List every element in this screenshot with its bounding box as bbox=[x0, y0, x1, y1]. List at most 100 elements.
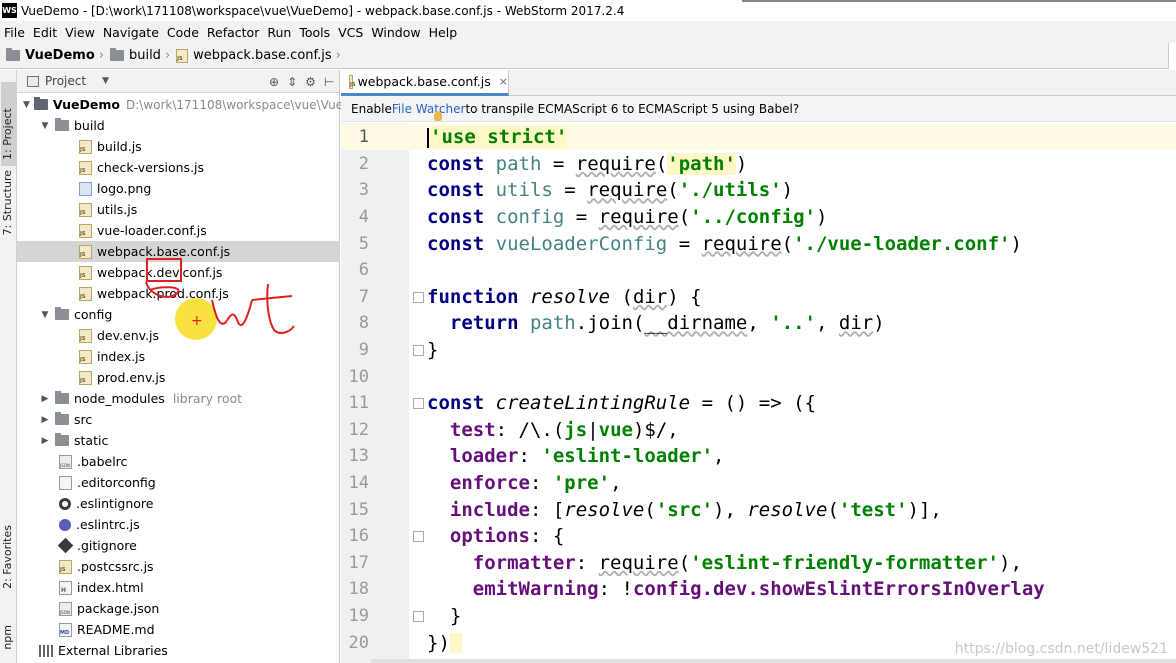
tree-item-webpack-base-conf-js[interactable]: webpack.base.conf.js bbox=[17, 241, 340, 262]
tree-item-gitignore[interactable]: .gitignore bbox=[17, 535, 340, 556]
menu-navigate[interactable]: Navigate bbox=[101, 25, 165, 40]
file-watcher-link[interactable]: File Watcher bbox=[392, 102, 466, 116]
chevron-down-icon[interactable]: ▼ bbox=[23, 100, 30, 110]
tree-item-webpack-prod-conf-js[interactable]: webpack.prod.conf.js bbox=[17, 283, 340, 304]
nav-right-edge bbox=[1168, 43, 1176, 69]
tree-item-index-js[interactable]: index.js bbox=[17, 346, 340, 367]
line-number: 2 bbox=[358, 153, 369, 174]
tree-item-static[interactable]: ▶ static bbox=[17, 430, 340, 451]
function-call: require bbox=[598, 551, 679, 574]
code-line: 15 include: [resolve('src'), resolve('te… bbox=[341, 496, 1176, 523]
project-panel-title[interactable]: Project bbox=[45, 74, 86, 88]
lightbulb-icon[interactable] bbox=[434, 111, 442, 121]
string-literal: 'use strict' bbox=[430, 126, 568, 149]
code-fragment: : { bbox=[529, 525, 565, 548]
tree-item-config[interactable]: ▼ config bbox=[17, 304, 340, 325]
tree-item-label: .gitignore bbox=[77, 538, 137, 553]
tree-item-eslintignore[interactable]: .eslintignore bbox=[17, 493, 340, 514]
tree-item-dev-env-js[interactable]: dev.env.js bbox=[17, 325, 340, 346]
code-line: 8 return path.join(__dirname, '..', dir) bbox=[341, 310, 1176, 337]
tree-item-index-html[interactable]: index.html bbox=[17, 577, 340, 598]
tree-item-label: src bbox=[74, 412, 93, 427]
breadcrumb-folder[interactable]: build bbox=[109, 48, 161, 63]
tool-tab-favorites[interactable]: 2: Favorites bbox=[1, 525, 14, 589]
code-line: 5 const vueLoaderConfig = require('./vue… bbox=[341, 230, 1176, 257]
fold-marker-icon[interactable] bbox=[413, 291, 424, 303]
tree-item-logo-png[interactable]: logo.png bbox=[17, 178, 340, 199]
tree-item-label: dev.env.js bbox=[97, 328, 160, 343]
tree-item-label: node_modules bbox=[74, 391, 165, 406]
code-text: } bbox=[427, 339, 439, 362]
tree-item-prod-env-js[interactable]: prod.env.js bbox=[17, 367, 340, 388]
markdown-file-icon bbox=[59, 622, 72, 637]
target-icon[interactable]: ⊕ bbox=[269, 75, 279, 89]
tree-item-label: index.html bbox=[77, 580, 144, 595]
tree-item-src[interactable]: ▶ src bbox=[17, 409, 340, 430]
code-line: 2 const path = require('path') bbox=[341, 151, 1176, 178]
tree-item-check-versions-js[interactable]: check-versions.js bbox=[17, 157, 340, 178]
code-text: include: [resolve('src'), resolve('test'… bbox=[449, 498, 942, 521]
chevron-right-icon[interactable]: ▶ bbox=[39, 415, 51, 425]
tool-tab-structure[interactable]: 7: Structure bbox=[1, 170, 14, 235]
identifier: dir bbox=[838, 312, 874, 335]
chevron-right-icon[interactable]: ▶ bbox=[39, 394, 51, 404]
folder-icon bbox=[55, 433, 69, 446]
menu-file[interactable]: File bbox=[2, 25, 31, 40]
tree-item-eslintrc-js[interactable]: .eslintrc.js bbox=[17, 514, 340, 535]
function-call: resolve bbox=[747, 498, 828, 521]
code-editor[interactable]: 1 'use strict' 2 const path = require('p… bbox=[341, 123, 1176, 663]
menu-code[interactable]: Code bbox=[165, 25, 205, 40]
breadcrumb-project[interactable]: VueDemo bbox=[6, 48, 95, 63]
text-cursor bbox=[427, 127, 429, 148]
string-literal: 'pre' bbox=[552, 472, 611, 495]
fold-marker-icon[interactable] bbox=[413, 398, 424, 409]
fold-marker-icon[interactable] bbox=[413, 531, 424, 542]
tree-item-vue-loader-conf-js[interactable]: vue-loader.conf.js bbox=[17, 220, 340, 241]
menu-window[interactable]: Window bbox=[369, 25, 426, 40]
tree-item-external-libraries[interactable]: External Libraries bbox=[17, 640, 340, 661]
line-number: 19 bbox=[348, 606, 369, 627]
tree-item-label: build.js bbox=[97, 139, 142, 154]
tree-item-readme-md[interactable]: README.md bbox=[17, 619, 340, 640]
menu-tools[interactable]: Tools bbox=[297, 25, 336, 40]
string-literal: 'test' bbox=[838, 498, 908, 521]
fold-marker-icon[interactable] bbox=[413, 344, 424, 356]
line-number: 15 bbox=[348, 499, 369, 520]
tree-item-babelrc[interactable]: .babelrc bbox=[17, 451, 340, 472]
folder-icon bbox=[55, 118, 69, 131]
tree-item-node-modules[interactable]: ▶ node_modules library root bbox=[17, 388, 340, 409]
breadcrumb-file[interactable]: webpack.base.conf.js bbox=[176, 48, 332, 63]
tree-item-webpack-dev-conf-js[interactable]: webpack.dev.conf.js bbox=[17, 262, 340, 283]
tree-item-vuedemo[interactable]: ▼ VueDemo D:\work\171108\workspace\vue\V… bbox=[17, 94, 379, 115]
chevron-down-icon[interactable]: ▼ bbox=[39, 121, 51, 131]
tree-item-build-js[interactable]: build.js bbox=[17, 136, 340, 157]
tool-tab-npm[interactable]: npm bbox=[1, 625, 14, 650]
string-literal: 'src' bbox=[655, 498, 714, 521]
dropdown-arrow-icon[interactable]: ▼ bbox=[102, 76, 109, 86]
close-icon[interactable]: × bbox=[499, 75, 508, 88]
chevron-right-icon[interactable]: ▶ bbox=[39, 436, 51, 446]
tree-item-postcssrc-js[interactable]: .postcssrc.js bbox=[17, 556, 340, 577]
tab-webpack-base-conf-js[interactable]: webpack.base.conf.js × bbox=[341, 70, 509, 96]
code-line: 10 bbox=[341, 363, 1176, 390]
menu-help[interactable]: Help bbox=[427, 25, 464, 40]
tree-item-build[interactable]: ▼ build bbox=[17, 115, 340, 136]
menu-run[interactable]: Run bbox=[265, 25, 297, 40]
notice-prefix: Enable bbox=[351, 101, 392, 116]
menu-refactor[interactable]: Refactor bbox=[205, 25, 265, 40]
tree-item-utils-js[interactable]: utils.js bbox=[17, 199, 340, 220]
tree-item-package-json[interactable]: package.json bbox=[17, 598, 340, 619]
chevron-right-icon: › bbox=[98, 48, 104, 63]
gear-icon[interactable]: ⚙ bbox=[305, 75, 316, 89]
menu-vcs[interactable]: VCS bbox=[336, 25, 369, 40]
tree-item-editorconfig[interactable]: .editorconfig bbox=[17, 472, 340, 493]
chevron-down-icon[interactable]: ▼ bbox=[39, 310, 51, 320]
menu-edit[interactable]: Edit bbox=[31, 25, 63, 40]
code-text: const createLintingRule = () => ({ bbox=[427, 392, 816, 414]
hide-panel-icon[interactable]: ⊢ bbox=[324, 75, 334, 89]
collapse-all-icon[interactable]: ⇕ bbox=[287, 75, 297, 89]
menu-view[interactable]: View bbox=[63, 25, 101, 40]
horizontal-scrollbar[interactable] bbox=[371, 659, 1176, 663]
tool-tab-project[interactable]: 1: Project bbox=[1, 82, 16, 166]
fold-marker-icon[interactable] bbox=[413, 610, 424, 622]
